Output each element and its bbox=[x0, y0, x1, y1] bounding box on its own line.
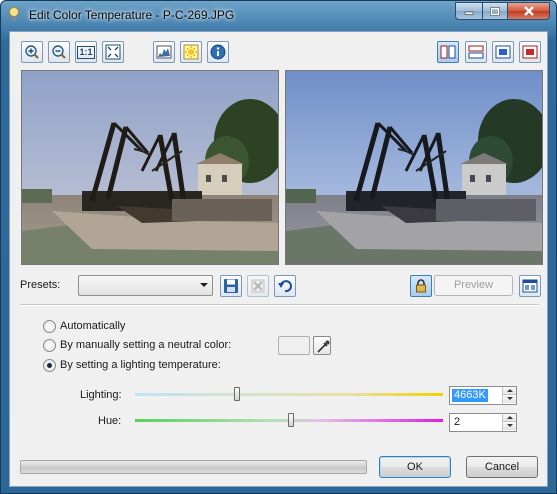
eyedropper-button[interactable] bbox=[313, 336, 331, 355]
compare-view-icon bbox=[522, 279, 538, 293]
hue-slider-thumb[interactable] bbox=[288, 413, 294, 427]
split-vertical-icon bbox=[440, 45, 456, 59]
reset-button[interactable] bbox=[274, 275, 296, 297]
zoom-in-icon bbox=[25, 45, 39, 59]
lock-preview-button[interactable] bbox=[410, 275, 432, 297]
preview-button[interactable]: Preview bbox=[434, 275, 513, 296]
radio-neutral-color[interactable] bbox=[43, 339, 56, 352]
info-icon bbox=[210, 44, 226, 60]
radio-automatically[interactable] bbox=[43, 320, 56, 333]
lighting-label: Lighting: bbox=[80, 389, 122, 401]
save-preset-button[interactable] bbox=[220, 275, 242, 297]
single-before-icon bbox=[495, 45, 511, 59]
neutral-color-label[interactable]: By manually setting a neutral color: bbox=[60, 339, 231, 351]
save-icon bbox=[224, 279, 238, 293]
lighting-decrease-button[interactable] bbox=[503, 395, 516, 403]
eyedropper-icon bbox=[317, 340, 330, 353]
fit-to-window-icon bbox=[105, 44, 121, 60]
maximize-button[interactable] bbox=[482, 2, 507, 20]
info-button[interactable] bbox=[207, 41, 229, 63]
delete-icon bbox=[251, 279, 265, 293]
close-icon bbox=[523, 6, 534, 16]
layout-after-button[interactable] bbox=[519, 41, 541, 63]
section-divider bbox=[20, 304, 539, 306]
hue-value[interactable]: 2 bbox=[452, 416, 462, 429]
chevron-down-icon bbox=[200, 283, 208, 287]
fit-to-window-button[interactable] bbox=[102, 41, 124, 63]
dialog-window: Edit Color Temperature - P-C-269.JPG 1:1 bbox=[0, 0, 557, 494]
hue-decrease-button[interactable] bbox=[503, 422, 516, 430]
lighting-slider-thumb[interactable] bbox=[234, 387, 240, 401]
zoom-out-button[interactable] bbox=[48, 41, 70, 63]
minimize-button[interactable] bbox=[455, 2, 482, 20]
layout-before-button[interactable] bbox=[492, 41, 514, 63]
ok-button[interactable]: OK bbox=[379, 456, 451, 478]
window-title: Edit Color Temperature - P-C-269.JPG bbox=[29, 8, 235, 22]
split-horizontal-icon bbox=[468, 45, 484, 59]
hue-slider[interactable] bbox=[135, 413, 443, 427]
actual-size-icon: 1:1 bbox=[77, 45, 95, 59]
lighting-value[interactable]: 4663K bbox=[452, 389, 488, 402]
single-after-icon bbox=[522, 45, 538, 59]
after-image[interactable] bbox=[285, 70, 543, 265]
layout-split-horizontal-button[interactable] bbox=[465, 41, 487, 63]
histogram-icon bbox=[156, 45, 172, 59]
lighting-slider[interactable] bbox=[135, 387, 443, 401]
window-controls bbox=[455, 2, 550, 20]
after-photo bbox=[286, 71, 542, 264]
before-image[interactable] bbox=[21, 70, 279, 265]
highlight-icon bbox=[183, 44, 199, 60]
neutral-color-swatch[interactable] bbox=[278, 336, 310, 355]
lighting-spin-arrows bbox=[502, 387, 516, 404]
automatically-label[interactable]: Automatically bbox=[60, 320, 125, 332]
title-bar[interactable]: Edit Color Temperature - P-C-269.JPG bbox=[1, 1, 556, 29]
hue-spin-arrows bbox=[502, 414, 516, 431]
maximize-icon bbox=[490, 6, 500, 16]
close-window-button[interactable] bbox=[507, 2, 550, 20]
compare-view-button[interactable] bbox=[519, 275, 541, 297]
hue-spinbox[interactable]: 2 bbox=[449, 413, 517, 432]
lighting-increase-button[interactable] bbox=[503, 387, 516, 395]
zoom-out-icon bbox=[52, 45, 66, 59]
minimize-icon bbox=[464, 11, 474, 15]
delete-preset-button[interactable] bbox=[247, 275, 269, 297]
cancel-button[interactable]: Cancel bbox=[466, 456, 538, 478]
app-icon bbox=[7, 7, 21, 23]
progress-bar bbox=[20, 460, 367, 474]
undo-icon bbox=[278, 280, 292, 293]
hue-increase-button[interactable] bbox=[503, 414, 516, 422]
layout-split-vertical-button[interactable] bbox=[437, 41, 459, 63]
actual-size-button[interactable]: 1:1 bbox=[75, 41, 97, 63]
presets-label: Presets: bbox=[20, 279, 61, 291]
histogram-button[interactable] bbox=[153, 41, 175, 63]
radio-lighting-temperature[interactable] bbox=[43, 359, 56, 372]
before-photo bbox=[22, 71, 278, 264]
lock-icon bbox=[416, 279, 426, 293]
highlight-button[interactable] bbox=[180, 41, 202, 63]
lighting-temperature-label[interactable]: By setting a lighting temperature: bbox=[60, 359, 221, 371]
dialog-client: 1:1 Presets: Preview Automatically By ma… bbox=[9, 31, 548, 487]
hue-label: Hue: bbox=[98, 415, 122, 427]
lighting-spinbox[interactable]: 4663K bbox=[449, 386, 517, 405]
zoom-in-button[interactable] bbox=[21, 41, 43, 63]
presets-dropdown[interactable] bbox=[78, 275, 213, 296]
